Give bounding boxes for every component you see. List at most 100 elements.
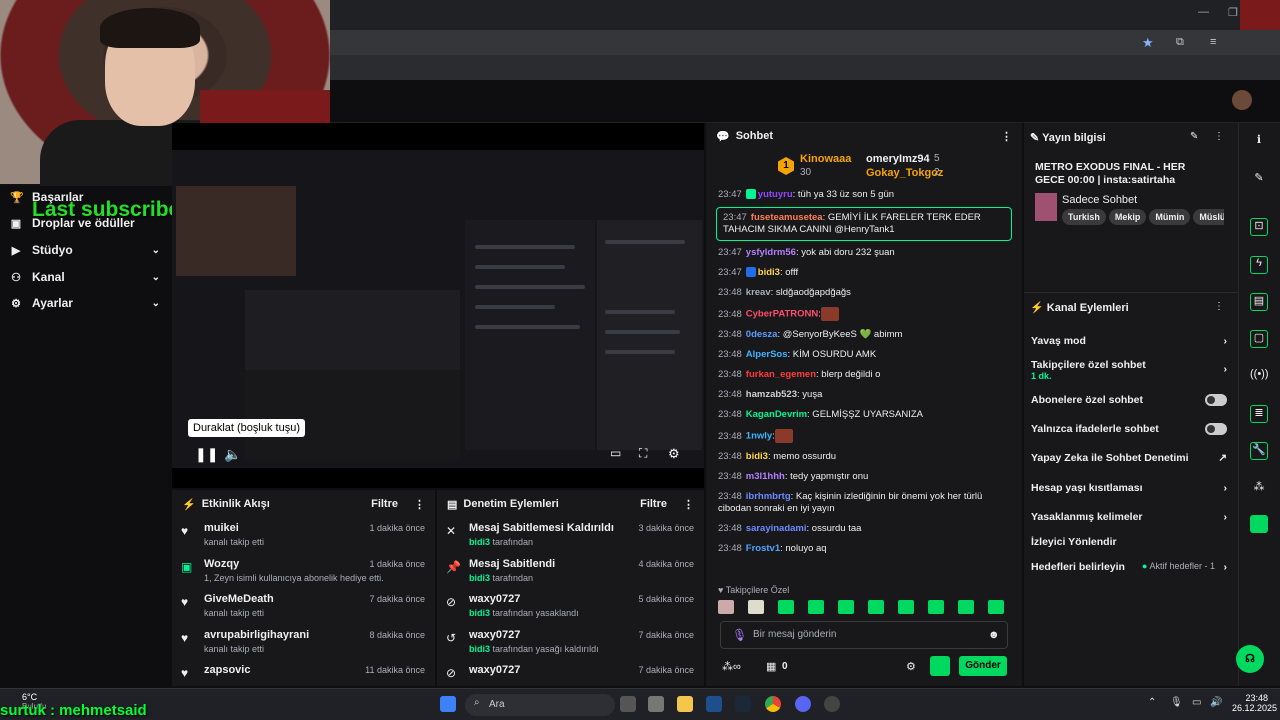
fullscreen-icon[interactable]: ⛶ xyxy=(639,446,647,461)
minimize-icon[interactable]: — xyxy=(1198,6,1209,18)
theater-icon[interactable]: ▭ xyxy=(610,446,621,460)
tag[interactable]: Mekip xyxy=(1108,209,1147,225)
tag[interactable]: Mümin xyxy=(1149,209,1191,225)
category-boxart[interactable] xyxy=(1035,193,1057,221)
more-icon[interactable]: ⋮ xyxy=(1214,131,1224,142)
sub-only-row[interactable]: Abonelere özel sohbet xyxy=(1031,394,1227,406)
info-icon[interactable]: ℹ xyxy=(1250,133,1268,151)
wrench-icon[interactable]: 🔧 xyxy=(1250,442,1268,460)
chat-message[interactable]: 23:48 ibrhmbrtg: Kaç kişinin izlediğinin … xyxy=(706,487,1022,519)
slow-mode-row[interactable]: Yavaş mod › xyxy=(1031,335,1227,347)
avatar[interactable] xyxy=(1232,90,1252,110)
chat-message[interactable]: 23:48 m3l1hhh: tedy yapmıştır onu xyxy=(706,467,1022,487)
edit-icon[interactable]: ✎ xyxy=(1190,131,1198,142)
steam-icon[interactable] xyxy=(735,696,751,712)
chat-bubble-icon[interactable]: ▢ xyxy=(1250,330,1268,348)
send-button[interactable]: Gönder xyxy=(959,656,1007,676)
chat-message[interactable]: 23:47 ysfyldrm56: yok abi doru 232 şuan xyxy=(706,243,1022,263)
chat-message[interactable]: 23:48 furkan_egemen: blerp değildi o xyxy=(706,365,1022,385)
goals-row[interactable]: Hedefleri belirleyin ● Aktif hedefler - 1… xyxy=(1031,561,1227,573)
volume-tray-icon[interactable]: 🔊 xyxy=(1210,697,1222,708)
sidebar-item-channel[interactable]: ⚇ Kanal ⌄ xyxy=(10,270,160,284)
filter-button[interactable]: Filtre xyxy=(640,498,667,510)
extensions-icon[interactable]: ⧉ xyxy=(1176,36,1184,49)
media-control-icon[interactable]: ≡ xyxy=(1210,36,1216,48)
pause-icon[interactable]: ❚❚ xyxy=(195,446,218,463)
tray-chevron-icon[interactable]: ⌃ xyxy=(1148,697,1156,708)
chat-message[interactable]: 23:48 AlperSos: KİM OSURDU AMK xyxy=(706,345,1022,365)
tag[interactable]: Müslüm xyxy=(1193,209,1224,225)
activity-event[interactable]: ♥ GiveMeDeath kanalı takip etti 7 dakika ön… xyxy=(172,589,435,625)
activity-event[interactable]: ♥ muikei kanalı takip etti 1 dakika önce xyxy=(172,518,435,554)
emote-only-row[interactable]: Yalnızca ifadelerle sohbet xyxy=(1031,423,1227,435)
bookmark-star-icon[interactable]: ★ xyxy=(1142,35,1154,51)
chat-message[interactable]: 23:48 0desza: @SenyorByKeeS 💚 abimm xyxy=(706,325,1022,345)
activity-event[interactable]: ▣ Wozqy 1, Zeyn isimli kullanıcıya aboneli… xyxy=(172,554,435,590)
emote-icon[interactable] xyxy=(988,600,1004,614)
more-icon[interactable]: ⋮ xyxy=(1214,301,1224,312)
headset-support-icon[interactable]: ☊ xyxy=(1236,645,1264,673)
emote-icon[interactable] xyxy=(748,600,764,614)
chat-message[interactable]: 23:48 hamzab523: yuşa xyxy=(706,385,1022,405)
chat-message[interactable]: 23:47 bidi3: offf xyxy=(706,263,1022,283)
stack-icon[interactable]: ≣ xyxy=(1250,405,1268,423)
emoji-icon[interactable]: ☻ xyxy=(988,629,1000,641)
mod-event[interactable]: ✕ Mesaj Sabitlemesi Kaldırıldı bidi3 taraf… xyxy=(437,518,704,554)
chat-message[interactable]: 23:48 bidi3: memo ossurdu xyxy=(706,447,1022,467)
more-icon[interactable]: ⋮ xyxy=(683,498,694,511)
mod-event[interactable]: ⊘ waxy0727 bidi3 tarafından yasaklandı 5 da… xyxy=(437,589,704,625)
chat-input[interactable]: Bir mesaj gönderin xyxy=(720,621,1008,649)
chat-settings-icon[interactable]: ⚙ xyxy=(906,660,916,673)
task-view-icon[interactable] xyxy=(620,696,636,712)
sub-only-toggle[interactable] xyxy=(1205,394,1227,406)
chat-message-highlighted[interactable]: 23:47 fusetea­musetea: GEMİYİ İLK FARELER… xyxy=(716,207,1012,241)
emote-icon[interactable] xyxy=(718,600,734,614)
channel-points-icon[interactable]: ▦ xyxy=(766,660,776,673)
network-icon[interactable]: ▭ xyxy=(1192,697,1201,708)
chat-message[interactable]: 23:48 KaganDevrim: GELMİŞŞZ UYARSANIZA xyxy=(706,405,1022,425)
clip-icon[interactable]: ⊡ xyxy=(1250,218,1268,236)
extension-icon[interactable] xyxy=(1250,515,1268,533)
windows-start-icon[interactable] xyxy=(440,696,456,712)
emote-icon[interactable] xyxy=(808,600,824,614)
emote-icon[interactable] xyxy=(898,600,914,614)
emote-icon[interactable] xyxy=(868,600,884,614)
microphone-tray-icon[interactable]: 🎙 xyxy=(1170,697,1183,708)
more-icon[interactable]: ⋮ xyxy=(1001,130,1012,143)
sidebar-item-settings[interactable]: ⚙ Ayarlar ⌄ xyxy=(10,296,160,310)
chat-message[interactable]: 23:48 CyberPATRONN: xyxy=(706,303,1022,325)
community-icon[interactable]: ⁂∞ xyxy=(722,660,741,673)
raid-row[interactable]: İzleyici Yönlendir xyxy=(1031,536,1227,548)
chat-message[interactable]: 23:47 yutuyru: tüh ya 33 üz son 5 gün xyxy=(706,185,1022,205)
activity-event[interactable]: ♥ avrupabirligihayrani kanalı takip etti 8 … xyxy=(172,625,435,661)
file-explorer-icon[interactable] xyxy=(677,696,693,712)
community-icon[interactable]: ⁂ xyxy=(1250,480,1268,498)
clock[interactable]: 23:48 26.12.2025 xyxy=(1232,693,1277,713)
chat-message[interactable]: 23:48 Frostv1: noluyo aq xyxy=(706,539,1022,559)
category-name[interactable]: Sadece Sohbet xyxy=(1062,194,1137,206)
bits-icon[interactable] xyxy=(930,656,950,676)
lightning-icon[interactable]: ϟ xyxy=(1250,256,1268,274)
document-icon[interactable]: ▤ xyxy=(1250,293,1268,311)
address-bar[interactable] xyxy=(330,30,1280,55)
chat-message[interactable]: 23:48 sarayinadami: ossurdu taa xyxy=(706,519,1022,539)
chat-message[interactable]: 23:48 1nwly: xyxy=(706,425,1022,447)
emote-icon[interactable] xyxy=(958,600,974,614)
volume-icon[interactable]: 🔈 xyxy=(224,446,241,463)
filter-button[interactable]: Filtre xyxy=(371,498,398,510)
restore-icon[interactable]: ❐ xyxy=(1228,6,1238,19)
obs-icon[interactable] xyxy=(824,696,840,712)
emote-icon[interactable] xyxy=(928,600,944,614)
emote-only-toggle[interactable] xyxy=(1205,423,1227,435)
chat-message[interactable]: 23:48 kreav: sldğaodğapdğağs xyxy=(706,283,1022,303)
followers-only-row[interactable]: Takipçilere özel sohbet 1 dk. › xyxy=(1031,359,1227,381)
app-icon[interactable] xyxy=(706,696,722,712)
more-icon[interactable]: ⋮ xyxy=(414,498,425,511)
chrome-icon[interactable] xyxy=(765,696,781,712)
tag[interactable]: Turkish xyxy=(1062,209,1106,225)
mod-event[interactable]: 📌 Mesaj Sabitlendi bidi3 tarafından 4 dakik… xyxy=(437,554,704,590)
broadcast-icon[interactable]: ((•)) xyxy=(1250,368,1269,386)
emote-icon[interactable] xyxy=(778,600,794,614)
account-age-row[interactable]: Hesap yaşı kısıtlaması › xyxy=(1031,482,1227,494)
banned-words-row[interactable]: Yasaklanmış kelimeler › xyxy=(1031,511,1227,523)
